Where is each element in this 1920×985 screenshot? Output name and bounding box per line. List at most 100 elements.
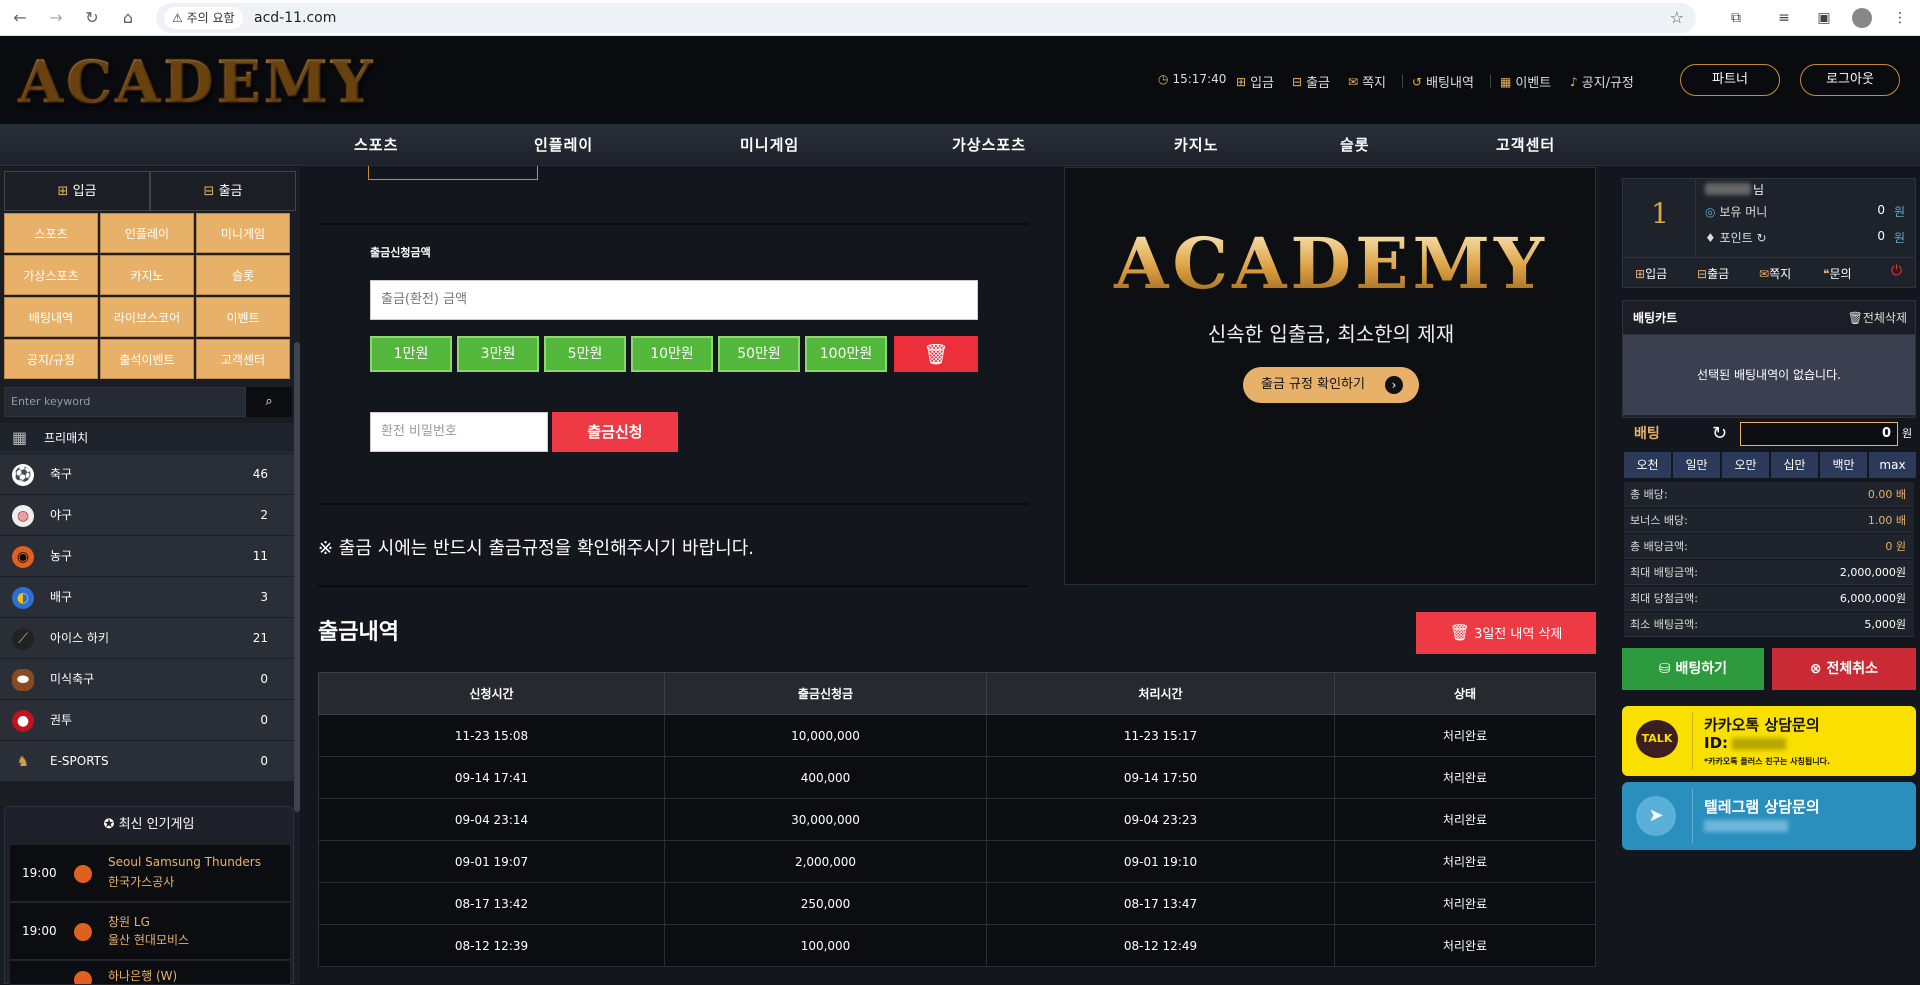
amount-30k-button[interactable]: 3만원 [457, 336, 539, 372]
withdraw-submit-button[interactable]: 출금신청 [552, 412, 678, 452]
media-icon[interactable]: ≡ [1774, 8, 1794, 28]
money-label: 보유 머니 [1719, 205, 1768, 219]
cancel-all-button[interactable]: ⊗ 전체취소 [1772, 648, 1916, 690]
site-logo[interactable]: ACADEMY [18, 48, 375, 116]
grid-slot[interactable]: 슬롯 [196, 255, 290, 295]
top-link-notice[interactable]: ♪ 공지/규정 [1570, 72, 1634, 92]
grid-livescore[interactable]: 라이브스코어 [100, 297, 194, 337]
diamond-icon: ♦ [1705, 231, 1716, 245]
chip-100000[interactable]: 십만 [1771, 452, 1818, 478]
chip-1000000[interactable]: 백만 [1820, 452, 1867, 478]
top-link-message[interactable]: ✉ 쪽지 [1348, 72, 1386, 92]
amount-1m-button[interactable]: 100만원 [805, 336, 887, 372]
bet-amount-input[interactable]: 0 [1740, 422, 1898, 446]
clear-all-label: 전체삭제 [1862, 311, 1907, 325]
sport-row-icehockey[interactable]: ⟋ 아이스 하키 21 [0, 618, 296, 659]
back-icon[interactable]: ← [8, 6, 32, 30]
column-header: 신청시간 [318, 672, 665, 715]
nav-slot[interactable]: 슬롯 [1340, 124, 1370, 166]
sport-row-baseball[interactable]: ◍ 야구 2 [0, 495, 296, 536]
delete-old-history-label: 3일전 내역 삭제 [1474, 627, 1563, 642]
sport-row-soccer[interactable]: ⚽ 축구 46 [0, 454, 296, 495]
withdraw-amount-input[interactable]: 출금(환전) 금액 [370, 280, 978, 320]
stat-min-bet: 최소 배팅금액: 5,000원 [1624, 612, 1914, 637]
logout-button[interactable]: 로그아웃 [1800, 64, 1900, 96]
popular-game-row[interactable]: 하나은행 (W) [10, 961, 290, 985]
grid-notice[interactable]: 공지/규정 [4, 339, 98, 379]
profile-avatar[interactable] [1852, 8, 1872, 28]
grid-virtual[interactable]: 가상스포츠 [4, 255, 98, 295]
top-link-withdraw[interactable]: ⊟ 출금 [1292, 72, 1330, 92]
search-icon[interactable]: ⌕ [246, 387, 292, 417]
amount-500k-button[interactable]: 50만원 [718, 336, 800, 372]
prematch-header[interactable]: ▦ 프리매치 [0, 423, 296, 453]
quick-deposit-button[interactable]: ⊞입금 [1635, 265, 1667, 282]
stat-total-payout: 총 배당금액: 0 원 [1624, 534, 1914, 559]
telegram-support-card[interactable]: ➤ 텔레그램 상담문의 [1622, 782, 1916, 850]
kakao-support-card[interactable]: TALK 카카오톡 상담문의 ID: *카카오톡 플러스 친구는 사칭됩니다. [1622, 706, 1916, 776]
keyword-search-input[interactable]: Enter keyword [4, 387, 246, 417]
popular-game-row[interactable]: 19:00 창원 LG 울산 현대모비스 [10, 903, 290, 960]
grid-casino[interactable]: 카지노 [100, 255, 194, 295]
chip-10000[interactable]: 일만 [1673, 452, 1720, 478]
bookmark-star-icon[interactable]: ☆ [1670, 3, 1684, 33]
partner-button[interactable]: 파트너 [1680, 64, 1780, 96]
chip-max[interactable]: max [1869, 452, 1916, 478]
forward-icon[interactable]: → [44, 6, 68, 30]
stat-key: 최대 배팅금액: [1630, 566, 1698, 579]
cell: 09-01 19:10 [986, 840, 1335, 883]
grid-bet-history[interactable]: 배팅내역 [4, 297, 98, 337]
sidebar-icon[interactable]: ▣ [1814, 8, 1834, 28]
quick-message-button[interactable]: ✉쪽지 [1759, 265, 1791, 282]
sport-count: 21 [252, 631, 268, 645]
reload-icon[interactable]: ↻ [80, 6, 104, 30]
nav-virtual[interactable]: 가상스포츠 [952, 124, 1026, 166]
deposit-button[interactable]: ⊞ 입금 [4, 171, 150, 211]
top-link-deposit[interactable]: ⊞ 입금 [1236, 72, 1274, 92]
top-link-event[interactable]: ▦ 이벤트 [1500, 72, 1551, 92]
nav-minigame[interactable]: 미니게임 [740, 124, 799, 166]
grid-attendance[interactable]: 출석이벤트 [100, 339, 194, 379]
menu-icon[interactable]: ⋮ [1890, 8, 1910, 28]
delete-old-history-button[interactable]: 🗑 3일전 내역 삭제 [1416, 612, 1596, 654]
withdraw-password-input[interactable]: 환전 비밀번호 [370, 412, 548, 452]
grid-inplay[interactable]: 인플레이 [100, 213, 194, 253]
nav-support[interactable]: 고객센터 [1496, 124, 1555, 166]
close-icon: ⊗ [1809, 661, 1822, 677]
refresh-icon[interactable]: ↻ [1757, 231, 1767, 245]
nav-casino[interactable]: 카지노 [1174, 124, 1218, 166]
trash-icon[interactable]: 🗑 [894, 336, 978, 372]
quick-inquiry-button[interactable]: ❝문의 [1823, 265, 1852, 282]
address-bar[interactable]: ⚠ 주의 요함 acd-11.com ☆ [156, 3, 1696, 33]
amount-100k-button[interactable]: 10만원 [631, 336, 713, 372]
url-text[interactable]: acd-11.com [254, 3, 336, 33]
sport-row-football[interactable]: ⬬ 미식축구 0 [0, 659, 296, 700]
quick-withdraw-button[interactable]: ⊟출금 [1697, 265, 1729, 282]
grid-support[interactable]: 고객센터 [196, 339, 290, 379]
amount-10k-button[interactable]: 1만원 [370, 336, 452, 372]
chip-5000[interactable]: 오천 [1624, 452, 1671, 478]
nav-inplay[interactable]: 인플레이 [534, 124, 593, 166]
withdraw-rules-button[interactable]: 출금 규정 확인하기 › [1243, 367, 1419, 403]
power-icon[interactable]: ⏻ [1891, 263, 1902, 279]
withdraw-button[interactable]: ⊟ 출금 [150, 171, 296, 211]
nav-sports[interactable]: 스포츠 [354, 124, 398, 166]
refresh-icon[interactable]: ↻ [1712, 420, 1727, 448]
amount-50k-button[interactable]: 5만원 [544, 336, 626, 372]
home-icon[interactable]: ⌂ [116, 6, 140, 30]
place-bet-button[interactable]: ⛁ 배팅하기 [1622, 648, 1764, 690]
grid-sports[interactable]: 스포츠 [4, 213, 98, 253]
divider [318, 223, 1028, 225]
extensions-icon[interactable]: ⧉ [1726, 8, 1746, 28]
grid-minigame[interactable]: 미니게임 [196, 213, 290, 253]
sport-row-boxing[interactable]: ● 권투 0 [0, 700, 296, 741]
sport-row-basketball[interactable]: ◉ 농구 11 [0, 536, 296, 577]
sport-row-volleyball[interactable]: ◐ 배구 3 [0, 577, 296, 618]
grid-event[interactable]: 이벤트 [196, 297, 290, 337]
popular-game-row[interactable]: 19:00 Seoul Samsung Thunders 한국가스공사 [10, 845, 290, 902]
top-link-bet-history[interactable]: ↺ 배팅내역 [1412, 72, 1474, 92]
sport-row-esports[interactable]: ♞ E-SPORTS 0 [0, 741, 296, 782]
security-warning[interactable]: ⚠ 주의 요함 [164, 7, 243, 29]
clear-all-button[interactable]: 🗑전체삭제 [1848, 301, 1907, 335]
chip-50000[interactable]: 오만 [1722, 452, 1769, 478]
